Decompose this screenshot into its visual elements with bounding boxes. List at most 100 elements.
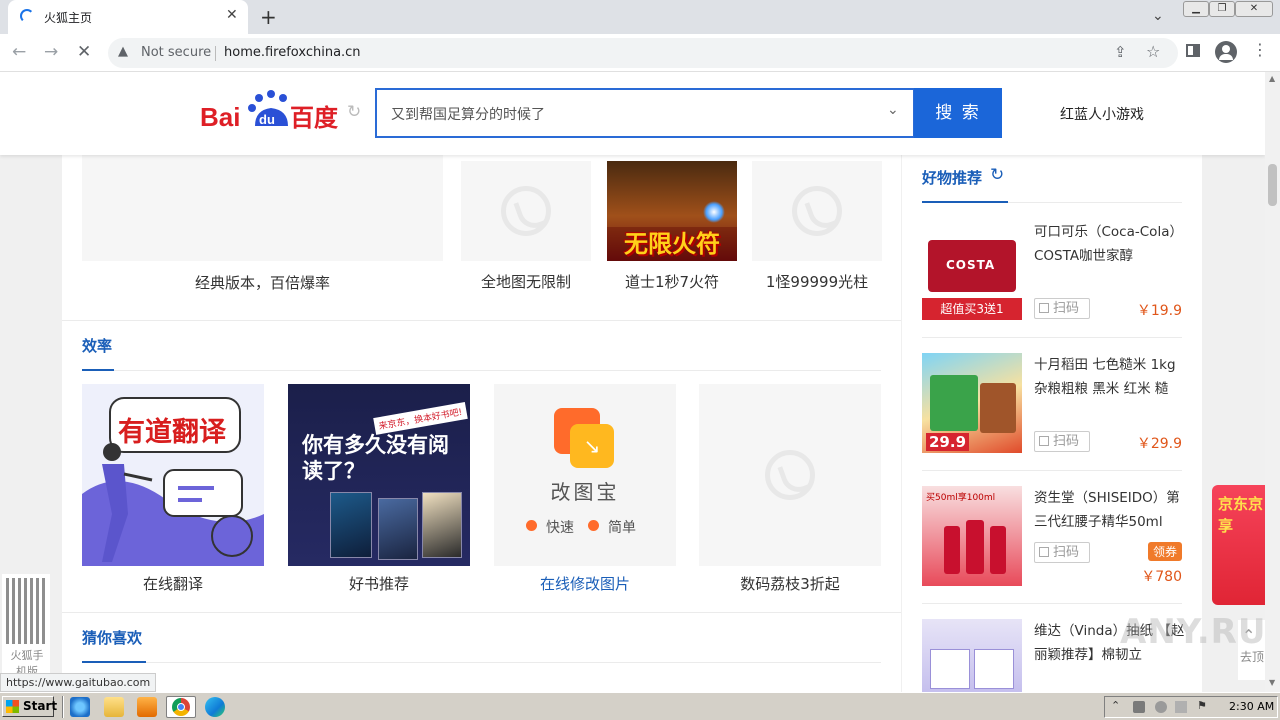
product-image[interactable] (922, 619, 1022, 692)
svg-text:Bai: Bai (200, 102, 240, 132)
tool-caption[interactable]: 好书推荐 (288, 573, 470, 594)
product-bottle (944, 526, 960, 574)
game-thumbnail[interactable]: 无限火符 (607, 161, 737, 261)
start-label: Start (23, 699, 58, 713)
section-divider (1008, 202, 1182, 203)
hot-search-link[interactable]: 红蓝人小游戏 (1060, 104, 1144, 124)
network-icon[interactable] (1133, 701, 1145, 713)
close-window-button[interactable]: ✕ (1235, 1, 1273, 17)
search-input[interactable]: 又到帮国足算分的时候了 ⌄ (375, 88, 915, 138)
product-divider (922, 337, 1182, 338)
mobile-qr-widget[interactable]: 火狐手机版 (2, 574, 50, 684)
product-name[interactable]: 资生堂（SHISEIDO）第三代红腰子精华50ml (1034, 486, 1186, 534)
scan-button[interactable]: 扫码 (1034, 298, 1090, 319)
game-caption[interactable]: 1怪99999光柱 (752, 271, 882, 292)
scan-label: 扫码 (1053, 434, 1080, 449)
browser-tab[interactable]: 火狐主页 ✕ (8, 0, 248, 34)
tool-caption-hovered[interactable]: 在线修改图片 (494, 573, 676, 594)
qr-icon (1039, 436, 1049, 446)
new-tab-button[interactable]: + (260, 5, 277, 29)
game-large-caption[interactable]: 经典版本，百倍爆率 (82, 272, 443, 293)
book-recommend-thumbnail[interactable]: 来京东，换本好书吧! 你有多久没有阅读了？ (288, 384, 470, 566)
product-name[interactable]: 可口可乐（Coca-Cola）COSTA咖世家醇 (1034, 220, 1186, 268)
address-bar[interactable]: ▲ Not secure home.firefoxchina.cn ⇪ ☆ (108, 38, 1178, 68)
share-icon[interactable]: ⇪ (1114, 43, 1127, 61)
side-panel-icon[interactable] (1186, 44, 1200, 57)
refresh-icon[interactable]: ↻ (990, 165, 1004, 185)
baidu-logo[interactable]: Bai du 百度 (200, 88, 340, 134)
section-title-efficiency[interactable]: 效率 (82, 335, 112, 356)
chevron-down-icon[interactable]: ⌄ (887, 102, 899, 118)
game-flare (703, 201, 725, 223)
scroll-down-icon[interactable]: ▼ (1269, 678, 1275, 687)
clock[interactable]: 2:30 AM (1229, 700, 1274, 713)
product-bottle (990, 526, 1006, 574)
scroll-thumb[interactable] (1268, 164, 1277, 206)
product-price: ￥19.9 (1136, 303, 1182, 319)
product-price: ￥780 (1141, 569, 1182, 585)
tool-caption[interactable]: 在线翻译 (82, 573, 264, 594)
ie-icon[interactable] (70, 697, 90, 717)
game-banner-text: 无限火符 (607, 227, 737, 261)
flag-icon[interactable]: ⚑ (1197, 699, 1209, 712)
product-name[interactable]: 十月稻田 七色糙米 1kg 杂粮粗粮 黑米 红米 糙 (1034, 353, 1186, 401)
folder-icon[interactable] (104, 697, 124, 717)
product-divider (922, 603, 1182, 604)
product-promo: 买50ml享100ml (926, 493, 996, 503)
svg-text:du: du (259, 112, 275, 127)
scan-button[interactable]: 扫码 (1034, 431, 1090, 452)
tab-search-chevron-icon[interactable]: ⌄ (1152, 8, 1164, 24)
section-divider (62, 320, 901, 321)
display-icon[interactable] (1175, 701, 1187, 713)
digital-deals-thumbnail[interactable] (699, 384, 881, 566)
forward-arrow-icon[interactable]: → (44, 42, 58, 62)
scroll-up-icon[interactable]: ▲ (1269, 74, 1275, 83)
product-image[interactable]: 29.9 (922, 353, 1022, 453)
product-bag (930, 375, 978, 431)
scan-button[interactable]: 扫码 (1034, 542, 1090, 563)
navigation-bar: ← → ✕ ▲ Not secure home.firefoxchina.cn … (0, 34, 1280, 72)
minimize-button[interactable]: ▁ (1183, 1, 1209, 17)
gaitubao-thumbnail[interactable]: ↘ 改图宝 快速 简单 (494, 384, 676, 566)
system-tray: ⌃ ⚑ 2:30 AM (1104, 696, 1278, 718)
tool-caption[interactable]: 数码荔枝3折起 (699, 573, 881, 594)
chrome-taskbar-button[interactable] (166, 696, 196, 718)
section-underline (82, 369, 114, 371)
section-title-guess[interactable]: 猜你喜欢 (82, 627, 142, 648)
edge-icon[interactable] (205, 697, 225, 717)
url-text[interactable]: home.firefoxchina.cn (224, 45, 361, 60)
page-scrollbar[interactable]: ▲ ▼ (1265, 72, 1280, 692)
search-button[interactable]: 搜 索 (914, 88, 1002, 138)
profile-avatar-icon[interactable] (1215, 41, 1237, 63)
coupon-badge[interactable]: 领券 (1148, 542, 1183, 561)
game-caption[interactable]: 全地图无限制 (461, 271, 591, 292)
youdao-translate-thumbnail[interactable]: 有道翻译 (82, 384, 264, 566)
jd-float-ad[interactable]: 京东京享 (1212, 485, 1265, 605)
game-thumbnail[interactable] (752, 161, 882, 261)
game-caption[interactable]: 道士1秒7火符 (607, 271, 737, 292)
product-promo: 超值买3送1 (922, 298, 1022, 320)
bullet-dot (588, 520, 599, 531)
refresh-icon[interactable]: ↻ (347, 102, 361, 122)
media-player-icon[interactable] (137, 697, 157, 717)
bookmark-star-icon[interactable]: ☆ (1146, 42, 1160, 61)
back-arrow-icon[interactable]: ← (12, 42, 26, 62)
product-image[interactable]: 买50ml享100ml (922, 486, 1022, 586)
sidebar-title[interactable]: 好物推荐 (922, 167, 982, 188)
firefox-placeholder-icon (501, 186, 551, 236)
stop-loading-icon[interactable]: ✕ (77, 42, 91, 62)
security-label[interactable]: Not secure (141, 45, 211, 60)
game-thumbnail[interactable] (461, 161, 591, 261)
restore-button[interactable]: ❐ (1209, 1, 1235, 17)
search-placeholder[interactable]: 又到帮国足算分的时候了 (391, 104, 545, 124)
volume-icon[interactable] (1155, 701, 1167, 713)
menu-kebab-icon[interactable]: ⋮ (1252, 40, 1268, 59)
warning-triangle-icon[interactable]: ▲ (118, 44, 128, 59)
start-button[interactable]: Start (2, 696, 58, 717)
tab-close-icon[interactable]: ✕ (226, 7, 238, 23)
tray-expand-icon[interactable]: ⌃ (1111, 699, 1123, 712)
game-large-thumbnail[interactable] (82, 155, 443, 261)
scan-label: 扫码 (1053, 545, 1080, 560)
book-cover (330, 492, 372, 558)
product-image[interactable]: COSTA 超值买3送1 (922, 220, 1022, 320)
